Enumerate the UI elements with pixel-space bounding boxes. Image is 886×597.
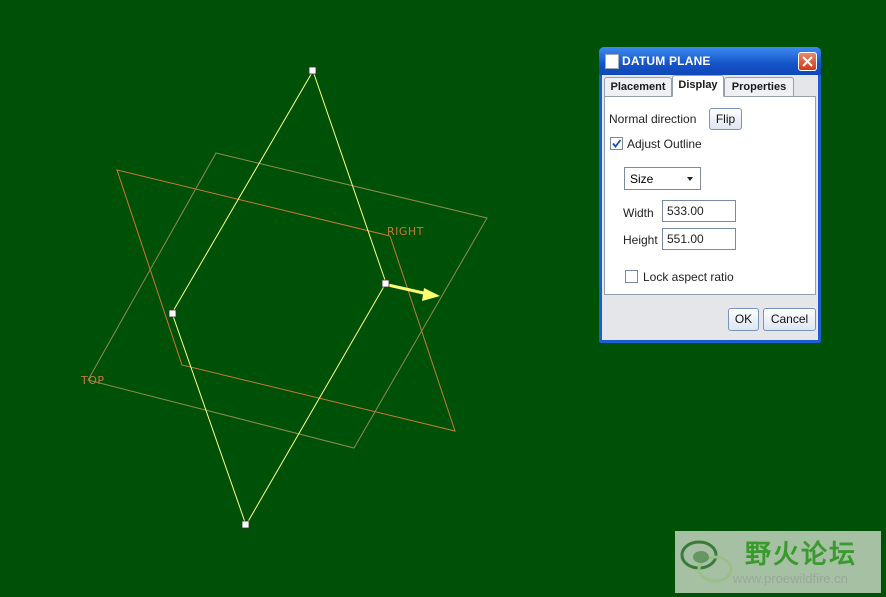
tab-properties[interactable]: Properties	[724, 77, 794, 96]
drag-handle-top[interactable]	[308, 66, 317, 75]
top-datum-plane[interactable]	[87, 152, 488, 449]
normal-direction-arrowhead	[422, 288, 440, 301]
tab-placement[interactable]: Placement	[604, 77, 672, 96]
watermark-title: 野火论坛	[745, 540, 858, 570]
forum-watermark: 野火论坛 www.proewildfire.cn	[675, 531, 881, 593]
dropdown-arrow-icon	[687, 177, 693, 181]
outline-size-select[interactable]: Size	[624, 167, 701, 190]
drag-handle-left[interactable]	[168, 309, 177, 318]
close-button[interactable]	[798, 52, 817, 71]
dialog-body: Placement Display Properties Normal dire…	[602, 75, 818, 340]
cancel-button[interactable]: Cancel	[763, 308, 816, 331]
width-label: Width	[623, 206, 654, 220]
right-datum-label: RIGHT	[387, 225, 424, 238]
normal-direction-arrow[interactable]	[387, 283, 429, 296]
ok-button[interactable]: OK	[728, 308, 759, 331]
datum-plane-dialog: DATUM PLANE Placement Display Properties…	[599, 47, 821, 343]
right-datum-plane[interactable]	[116, 169, 456, 432]
height-label: Height	[623, 233, 658, 247]
display-tab-panel: Normal direction Flip Adjust Outline Siz…	[604, 96, 816, 295]
flip-button[interactable]: Flip	[709, 108, 742, 130]
drag-handle-right[interactable]	[381, 279, 390, 288]
window-icon	[605, 54, 619, 69]
top-datum-label: TOP	[80, 374, 105, 387]
normal-direction-label: Normal direction	[609, 112, 697, 126]
new-datum-plane-outline[interactable]	[171, 69, 387, 527]
drag-handle-bottom[interactable]	[241, 520, 250, 529]
adjust-outline-checkbox[interactable]	[610, 137, 623, 150]
adjust-outline-label: Adjust Outline	[627, 137, 702, 151]
watermark-url: www.proewildfire.cn	[733, 571, 848, 586]
lock-aspect-label: Lock aspect ratio	[643, 270, 734, 284]
butterfly-logo-icon	[680, 540, 733, 583]
tab-display[interactable]: Display	[672, 75, 724, 97]
lock-aspect-checkbox[interactable]	[625, 270, 638, 283]
width-field[interactable]: 533.00	[662, 200, 736, 222]
dialog-titlebar[interactable]: DATUM PLANE	[599, 47, 821, 75]
checkmark-icon	[612, 139, 622, 148]
close-icon	[802, 56, 813, 67]
size-select-value: Size	[630, 172, 654, 186]
dialog-title: DATUM PLANE	[622, 54, 711, 68]
height-field[interactable]: 551.00	[662, 228, 736, 250]
